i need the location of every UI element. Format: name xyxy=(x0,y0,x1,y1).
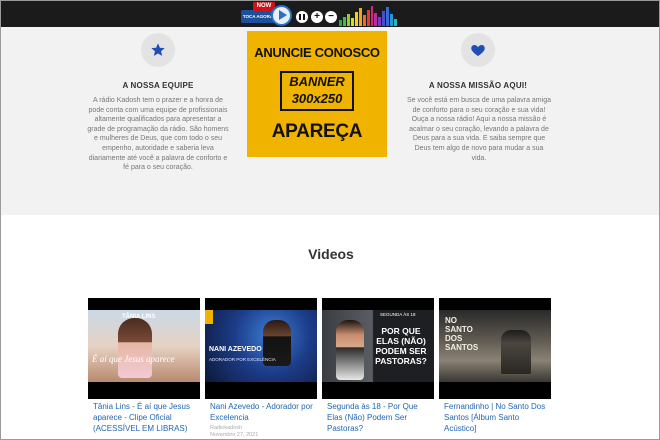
page-frame: TOCA AGORA NOW + − A NOSSA EQUIPE A rádi… xyxy=(0,0,660,440)
radio-player-bar: TOCA AGORA NOW + − xyxy=(1,1,659,27)
equalizer-bar xyxy=(342,17,346,26)
equalizer-bar xyxy=(354,12,358,26)
equalizer-icon xyxy=(339,4,398,26)
equalizer-bar xyxy=(390,14,394,26)
equalizer-bar xyxy=(346,14,350,26)
video-thumbnail[interactable]: SEGUNDA ÀS 18 POR QUE ELAS (NÃO) PODEM S… xyxy=(322,298,434,399)
thumb-overlay-text: É aí que Jesus aparece xyxy=(92,354,175,364)
equalizer-bar xyxy=(339,20,342,26)
equalizer-bar xyxy=(362,15,366,26)
thumb-overlay-text: ADORADOR POR EXCELÊNCIA xyxy=(209,357,276,362)
pause-button[interactable] xyxy=(296,11,308,23)
equalizer-bar xyxy=(350,18,354,26)
equalizer-bar xyxy=(370,6,374,26)
videos-heading: Videos xyxy=(308,246,354,262)
banner-ad[interactable]: ANUNCIE CONOSCO BANNER 300x250 APAREÇA xyxy=(247,31,387,157)
video-thumbnail[interactable]: NO SANTO DOS SANTOS xyxy=(439,298,551,399)
equalizer-bar xyxy=(386,7,390,26)
mission-title: A NOSSA MISSÃO AQUI! xyxy=(428,81,528,90)
equalizer-bar xyxy=(374,13,378,26)
thumb-title-text: SEGUNDA ÀS 18 xyxy=(380,312,416,317)
team-title: A NOSSA EQUIPE xyxy=(122,81,194,90)
banner-line2: 300x250 xyxy=(291,91,343,106)
volume-down-button[interactable]: − xyxy=(325,11,337,23)
video-thumbnail[interactable]: NANI AZEVEDO ADORADOR POR EXCELÊNCIA xyxy=(205,298,317,399)
video-date: Novembro 27, 2021 xyxy=(210,432,259,438)
thumb-title-text: NANI AZEVEDO xyxy=(209,346,262,353)
banner-top-text: ANUNCIE CONOSCO xyxy=(254,45,380,60)
mission-text: Se você está em busca de uma palavra ami… xyxy=(407,97,551,162)
volume-up-button[interactable]: + xyxy=(311,11,323,23)
video-thumbnail[interactable]: TÂNIA LINS É aí que Jesus aparece xyxy=(88,298,200,399)
station-label: TOCA AGORA xyxy=(241,10,275,23)
video-card[interactable]: TÂNIA LINS É aí que Jesus aparece Tânia … xyxy=(88,298,200,439)
play-button[interactable] xyxy=(271,5,292,26)
equalizer-bar xyxy=(394,19,398,26)
thumb-title-text: NO SANTO DOS SANTOS xyxy=(445,316,479,352)
video-title-link[interactable]: Segunda às 18 - Por Que Elas (Não) Podem… xyxy=(327,401,431,434)
video-card[interactable]: SEGUNDA ÀS 18 POR QUE ELAS (NÃO) PODEM S… xyxy=(322,298,434,439)
banner-line1: BANNER xyxy=(289,74,345,89)
equalizer-bar xyxy=(366,10,370,26)
star-icon xyxy=(141,33,175,67)
banner-bottom-text: APAREÇA xyxy=(271,121,363,142)
video-card[interactable]: NANI AZEVEDO ADORADOR POR EXCELÊNCIA Nan… xyxy=(205,298,317,439)
banner-size-box: BANNER 300x250 xyxy=(280,71,354,111)
radio-player: TOCA AGORA NOW + − xyxy=(241,2,401,26)
video-title-link[interactable]: Tânia Lins - É aí que Jesus aparece - Cl… xyxy=(93,401,197,434)
thumb-overlay-text: POR QUE ELAS (NÃO) PODEM SER PASTORAS? xyxy=(375,326,427,366)
equalizer-bar xyxy=(382,11,386,26)
equalizer-bar xyxy=(378,17,382,26)
video-card[interactable]: NO SANTO DOS SANTOS Fernandinho | No San… xyxy=(439,298,551,439)
heart-icon xyxy=(461,33,495,67)
video-author: Radiokadosh xyxy=(210,425,243,431)
equalizer-bar xyxy=(358,8,362,26)
video-title-link[interactable]: Fernandinho | No Santo Dos Santos [Álbum… xyxy=(444,401,548,434)
team-text: A rádio Kadosh tem o prazer e a honra de… xyxy=(87,97,229,172)
video-title-link[interactable]: Nani Azevedo - Adorador por Excelencia xyxy=(210,401,314,423)
thumb-title-text: TÂNIA LINS xyxy=(122,314,156,320)
